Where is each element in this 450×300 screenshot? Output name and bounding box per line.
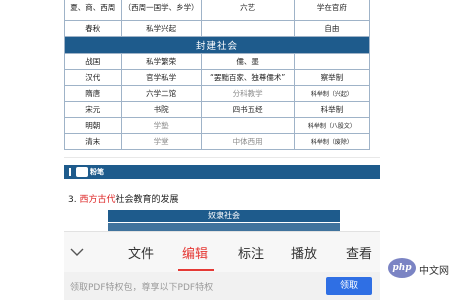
table-cell: 夏、商、西周	[64, 0, 122, 21]
sub-table-header: 奴隶社会	[108, 210, 340, 222]
table-cell: 明朝	[64, 117, 122, 134]
tab-view[interactable]: 查看	[346, 243, 372, 262]
tab-file[interactable]: 文件	[128, 243, 154, 262]
heading-highlight: 西方古代	[79, 195, 116, 205]
heading-text: 社会教育的发展	[115, 195, 179, 205]
table-row: 明朝 学塾 科举制（八股文）	[64, 117, 371, 134]
table-cell: 学塾	[120, 117, 202, 134]
table-cell: 学堂	[120, 133, 202, 150]
table-cell: 分科教学	[200, 85, 295, 102]
table-cell: 察举制	[293, 69, 371, 86]
table-cell: 科举制	[293, 101, 371, 118]
table-cell: 清末	[64, 133, 122, 150]
table-row: 夏、商、西周 （西周一国学、乡学） 六艺 学在官府	[64, 0, 371, 21]
heading-number: 3.	[68, 195, 77, 205]
promo-text: 领取PDF特权包，尊享以下PDF特权	[70, 283, 214, 293]
watermark-text: 中文网	[419, 266, 449, 277]
table-cell: 书院	[120, 101, 202, 118]
pdf-document-page[interactable]: 夏、商、西周 （西周一国学、乡学） 六艺 学在官府 春秋 私学兴起 自由 封建社…	[64, 0, 380, 231]
php-logo-icon: php	[388, 258, 416, 278]
table-row: 隋唐 六学二馆 分科教学 科举制（兴起）	[64, 85, 371, 102]
table-cell	[200, 20, 295, 37]
tab-edit[interactable]: 编辑	[182, 243, 208, 262]
right-margin	[380, 0, 450, 300]
table-cell: 科举制（八股文）	[293, 117, 371, 134]
education-history-table: 夏、商、西周 （西周一国学、乡学） 六艺 学在官府 春秋 私学兴起 自由 封建社…	[64, 0, 371, 150]
table-cell: 战国	[64, 53, 122, 70]
banner-accent	[69, 168, 71, 176]
table-section-row: 封建社会	[64, 36, 370, 54]
php-cn-watermark: php 中文网	[388, 258, 450, 280]
pdf-toolbar: 文件 编辑 标注 播放 查看	[64, 231, 380, 272]
table-cell: （西周一国学、乡学）	[120, 0, 202, 21]
table-cell: 四书五经	[200, 101, 295, 118]
table-cell: 隋唐	[64, 85, 122, 102]
table-cell: 中体西用	[200, 133, 295, 150]
table-row: 战国 私学繁荣 儒、墨	[64, 53, 371, 70]
table-cell: 学在官府	[293, 0, 371, 21]
table-cell: 官学私学	[120, 69, 202, 86]
page-divider	[64, 157, 380, 158]
table-cell: 科举制（兴起）	[293, 85, 371, 102]
banner-label: 粉笔	[90, 168, 104, 176]
table-cell: 科举制（废除）	[293, 133, 371, 150]
fenbi-banner: 粉笔	[64, 165, 380, 179]
table-cell: 自由	[293, 20, 371, 37]
table-cell: 六艺	[200, 0, 295, 21]
left-margin	[0, 0, 64, 300]
section-heading-3: 3. 西方古代社会教育的发展	[68, 192, 179, 205]
table-row: 汉代 官学私学 “罢黜百家、独尊儒术” 察举制	[64, 69, 371, 86]
tab-play[interactable]: 播放	[291, 243, 317, 262]
section-title: 封建社会	[64, 36, 370, 54]
table-cell: 汉代	[64, 69, 122, 86]
fenbi-logo-icon	[76, 167, 88, 177]
table-cell: 六学二馆	[120, 85, 202, 102]
table-cell: 私学繁荣	[120, 53, 202, 70]
claim-button[interactable]: 领取	[326, 277, 372, 295]
active-tab-indicator	[178, 269, 214, 271]
table-cell	[293, 53, 371, 70]
table-cell: 宋元	[64, 101, 122, 118]
tab-annotate[interactable]: 标注	[238, 243, 264, 262]
chevron-down-icon[interactable]	[70, 245, 84, 259]
table-cell: 儒、墨	[200, 53, 295, 70]
table-row: 清末 学堂 中体西用 科举制（废除）	[64, 133, 371, 150]
table-row: 宋元 书院 四书五经 科举制	[64, 101, 371, 118]
table-cell: “罢黜百家、独尊儒术”	[200, 69, 295, 86]
table-cell: 私学兴起	[120, 20, 202, 37]
pdf-privilege-promo: 领取PDF特权包，尊享以下PDF特权 领取	[64, 272, 380, 300]
table-row: 春秋 私学兴起 自由	[64, 20, 371, 37]
table-cell: 春秋	[64, 20, 122, 37]
sub-table-header-row	[108, 223, 340, 231]
table-cell	[200, 117, 295, 134]
